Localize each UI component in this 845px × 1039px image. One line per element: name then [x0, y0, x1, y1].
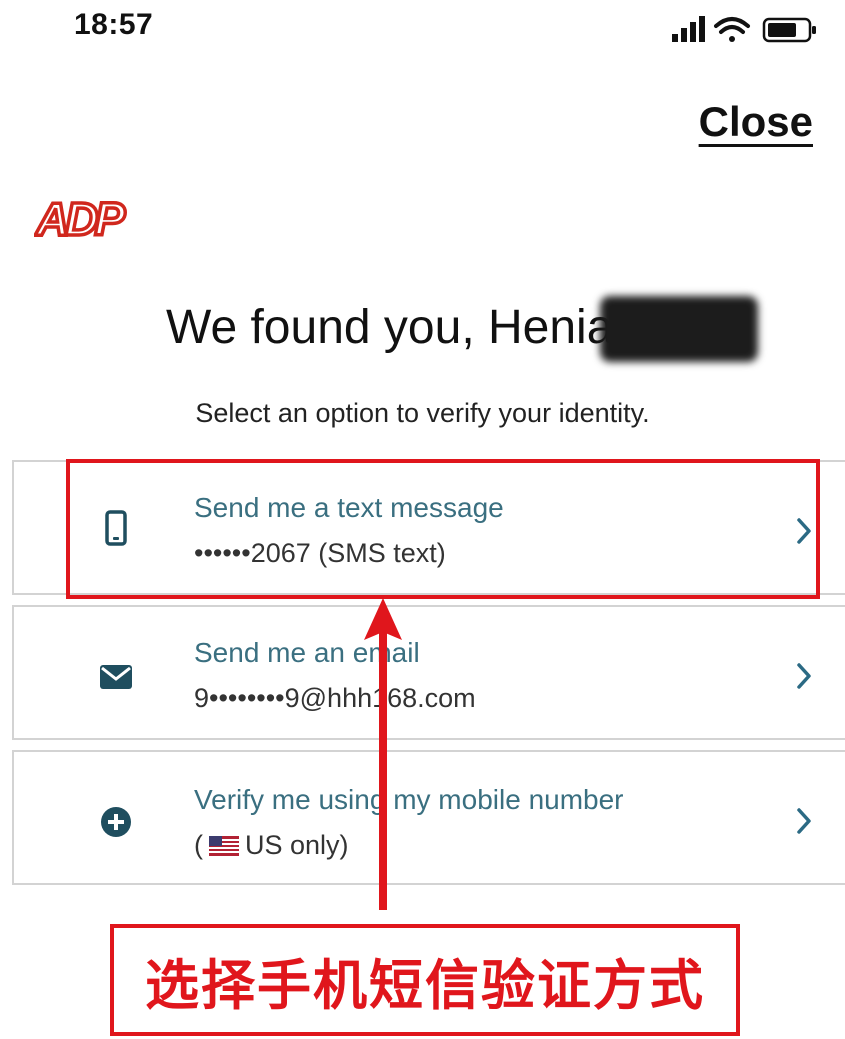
option-email[interactable]: Send me an email 9••••••••9@hhh168.com: [12, 605, 845, 740]
close-button[interactable]: Close: [699, 98, 813, 146]
annotation-caption: 选择手机短信验证方式: [145, 953, 705, 1017]
status-time: 18:57: [74, 8, 154, 41]
envelope-icon: [100, 665, 132, 689]
redaction-mark: [600, 296, 758, 362]
page-subtitle: Select an option to verify your identity…: [195, 398, 650, 428]
annotation-arrow-head-icon: [364, 598, 402, 640]
option-title: Verify me using my mobile number: [194, 784, 624, 815]
wifi-icon: [714, 17, 750, 42]
signal-icon: [672, 16, 705, 42]
annotation-arrow-shaft: [379, 628, 387, 910]
option-detail: 9••••••••9@hhh168.com: [194, 683, 476, 713]
chevron-right-icon: [797, 663, 811, 689]
plus-circle-icon: [101, 807, 131, 837]
svg-text:ADP: ADP: [35, 193, 125, 241]
option-detail: ( US only): [194, 830, 349, 860]
adp-logo: ADP: [34, 193, 131, 241]
option-mobile-number[interactable]: Verify me using my mobile number ( US on…: [12, 750, 845, 885]
chevron-right-icon: [797, 808, 811, 834]
annotation-highlight-box: [66, 459, 820, 599]
page-title: We found you, Henian: [166, 301, 641, 354]
status-icons: [672, 16, 816, 43]
annotation-caption-box: 选择手机短信验证方式: [110, 924, 740, 1036]
us-flag-icon: [209, 836, 239, 856]
battery-icon: [762, 17, 816, 43]
